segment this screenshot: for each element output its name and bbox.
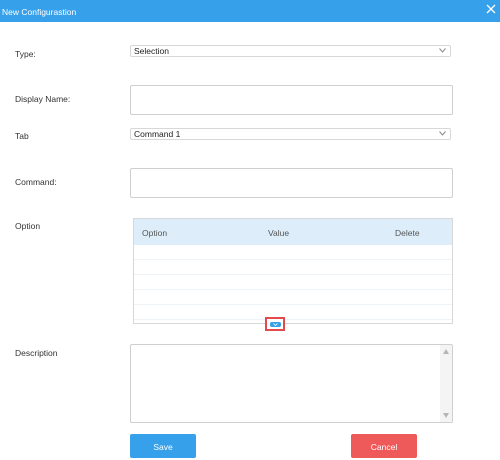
description-label: Description <box>15 348 58 358</box>
type-label: Type: <box>15 49 36 59</box>
option-label: Option <box>15 221 41 231</box>
scroll-down-icon[interactable] <box>443 413 449 418</box>
dialog-title: New Configurastion <box>2 7 77 17</box>
add-option-button[interactable] <box>270 322 281 327</box>
command-label: Command: <box>15 177 57 187</box>
option-table: Option Value Delete <box>133 218 453 324</box>
option-table-header: Option Value Delete <box>134 219 452 245</box>
save-button[interactable]: Save <box>130 434 196 458</box>
chevron-down-icon <box>273 323 278 326</box>
cancel-button[interactable]: Cancel <box>351 434 417 458</box>
display-name-input[interactable] <box>130 85 453 115</box>
add-option-highlight <box>265 317 285 331</box>
column-header-delete: Delete <box>395 228 420 238</box>
display-name-label: Display Name: <box>15 94 71 104</box>
table-row <box>134 275 452 290</box>
type-select-value: Selection <box>134 46 169 56</box>
command-input[interactable] <box>130 168 453 198</box>
dialog-titlebar: New Configurastion <box>0 0 500 22</box>
chevron-down-icon <box>439 131 446 136</box>
type-select[interactable]: Selection <box>130 45 451 57</box>
table-row <box>134 245 452 260</box>
tab-label: Tab <box>15 131 29 141</box>
chevron-down-icon <box>439 48 446 53</box>
close-icon[interactable] <box>485 3 497 15</box>
table-row <box>134 260 452 275</box>
description-scrollbar[interactable] <box>440 345 452 422</box>
table-row <box>134 305 452 320</box>
tab-select-value: Command 1 <box>134 129 181 139</box>
column-header-value: Value <box>268 228 290 238</box>
scroll-up-icon[interactable] <box>443 349 449 354</box>
tab-select[interactable]: Command 1 <box>130 128 451 140</box>
description-textarea[interactable] <box>130 344 453 423</box>
column-header-option: Option <box>142 228 168 238</box>
table-row <box>134 290 452 305</box>
